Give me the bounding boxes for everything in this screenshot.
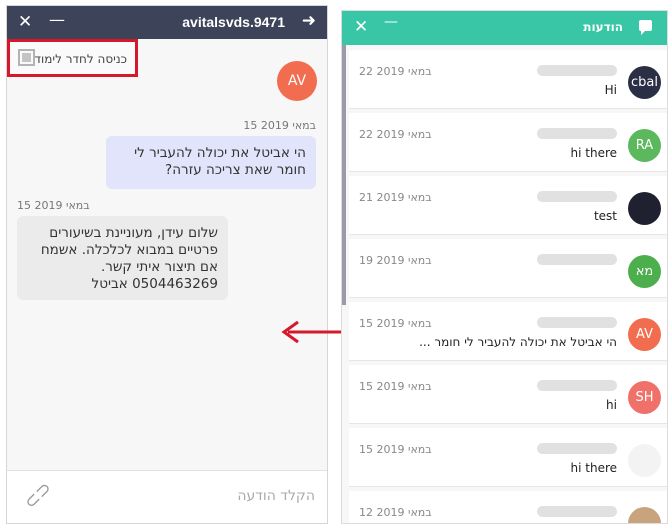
avatar: cbal [628,66,661,99]
conversation-name-blurred [537,506,617,517]
close-icon[interactable]: ✕ [18,12,32,32]
conversation-timestamp: 15 במאי 2019 [359,443,432,456]
message-icon [639,20,652,35]
chat-header: ✕ — avitalsvds.9471 ➜ [7,6,327,39]
conversation-timestamp: 15 במאי 2019 [359,317,432,330]
conversation-row[interactable]: 22 במאי 2019 Hi cbal [349,50,667,109]
scrollbar[interactable] [342,45,346,305]
study-room-icon [18,49,35,66]
conversation-preview: test [593,209,617,223]
enter-study-room-button[interactable]: כניסה לחדר לימוד [7,39,138,77]
conversation-name-blurred [537,191,617,202]
conversation-row[interactable]: 15 במאי 2019 hi SH [349,365,667,424]
conversation-preview: הי אביטל את יכולה להעביר לי חומר ... [419,335,617,349]
conversation-name-blurred [537,65,617,76]
avatar: RA [628,129,661,162]
message-bubble-sent: הי אביטל את יכולה להעביר לי חומר שאת צרי… [106,136,316,189]
avatar [628,444,661,477]
conversation-row[interactable]: 19 במאי 2019 מא [349,239,667,298]
avatar [628,192,661,225]
conversation-name-blurred [537,380,617,391]
message-input[interactable]: הקלד הודעה [237,488,315,504]
message-timestamp: 15 במאי 2019 [17,199,90,212]
message-bubble-received: שלום עידן, מעוניינת בשיעורים פרטיים במבו… [17,216,228,300]
messages-header: ✕ — הודעות [342,11,667,45]
conversation-timestamp: 22 במאי 2019 [359,128,432,141]
minimize-icon[interactable]: — [384,14,398,30]
conversation-preview: hi there [570,146,618,160]
chat-title: avitalsvds.9471 [182,14,285,30]
conversation-row[interactable]: 15 במאי 2019 הי אביטל את יכולה להעביר לי … [349,302,667,361]
close-icon[interactable]: ✕ [354,17,368,37]
conversation-list: 22 במאי 2019 Hi cbal 22 במאי 2019 hi there RA… [342,45,667,523]
messages-title: הודעות [583,20,623,34]
conversation-name-blurred [537,443,617,454]
conversation-timestamp: 15 במאי 2019 [359,380,432,393]
enter-room-label: כניסה לחדר לימוד [34,52,127,66]
conversation-timestamp: 12 במאי 2019 [359,506,432,519]
conversation-row[interactable]: 21 במאי 2019 test [349,176,667,235]
avatar: AV [628,318,661,351]
conversation-preview: hi [606,398,617,412]
conversation-preview: Hi [604,83,617,97]
conversation-timestamp: 21 במאי 2019 [359,191,432,204]
message-composer[interactable]: ⊂⊃ הקלד הודעה [7,470,327,523]
chat-window: ✕ — avitalsvds.9471 ➜ כניסה לחדר לימוד A… [6,5,328,524]
conversation-name-blurred [537,128,617,139]
avatar: מא [628,255,661,288]
conversation-name-blurred [537,317,617,328]
messages-panel: ✕ — הודעות 22 במאי 2019 Hi cbal 22 במאי 201… [341,10,668,524]
avatar [628,507,661,523]
conversation-row[interactable]: 12 במאי 2019 [349,491,667,523]
conversation-name-blurred [537,254,617,265]
minimize-icon[interactable]: — [49,10,65,29]
conversation-row[interactable]: 15 במאי 2019 hi there [349,428,667,487]
conversation-timestamp: 19 במאי 2019 [359,254,432,267]
avatar: AV [277,61,317,101]
message-timestamp: 15 במאי 2019 [243,119,316,132]
arrow-right-icon[interactable]: ➜ [302,11,316,31]
conversation-timestamp: 22 במאי 2019 [359,65,432,78]
avatar: SH [628,381,661,414]
conversation-preview: hi there [570,461,618,475]
paperclip-icon[interactable]: ⊂⊃ [20,477,56,513]
conversation-row[interactable]: 22 במאי 2019 hi there RA [349,113,667,172]
